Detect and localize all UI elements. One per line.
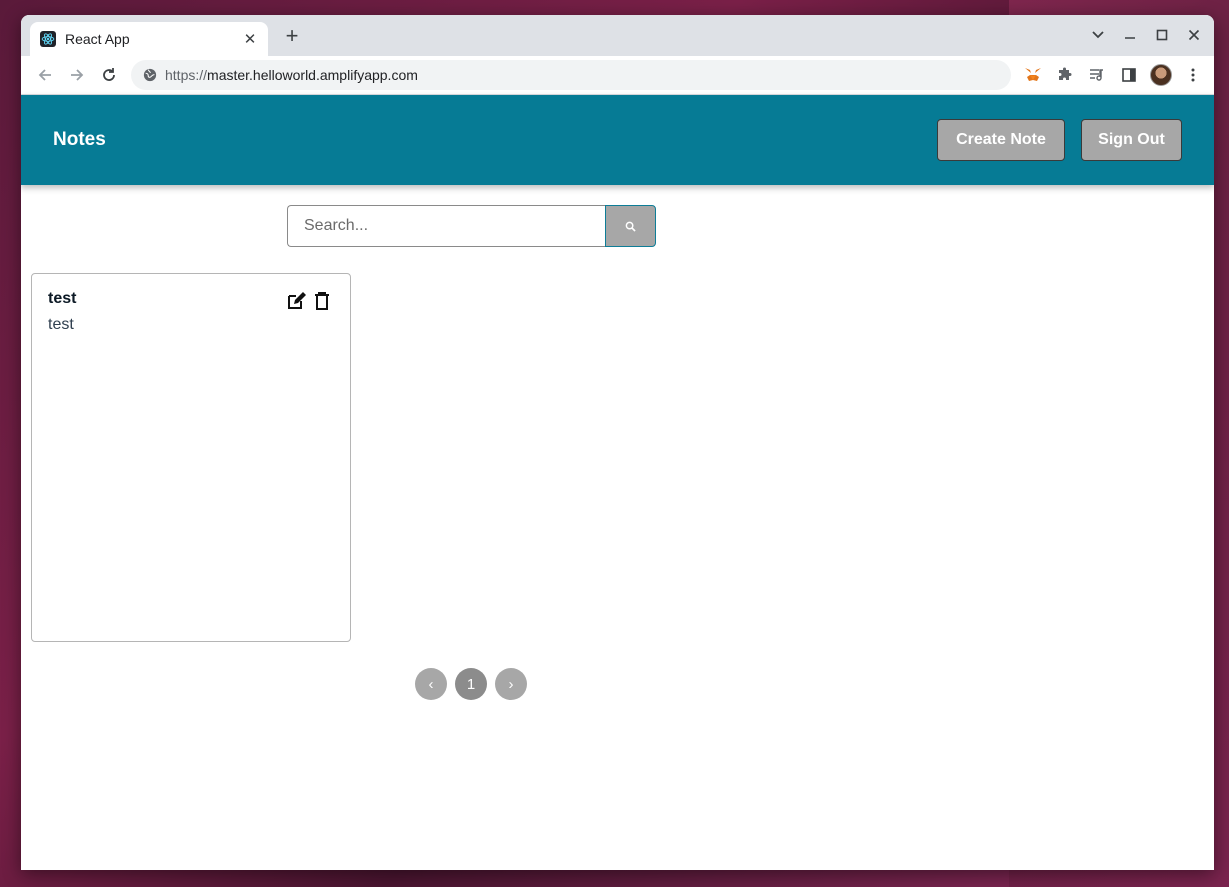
- window-controls: [1086, 25, 1206, 45]
- tab-react-app[interactable]: React App ✕: [30, 22, 268, 56]
- prev-page-button[interactable]: ‹: [415, 668, 447, 700]
- close-icon[interactable]: ✕: [242, 30, 258, 48]
- edit-icon[interactable]: [286, 290, 306, 312]
- url-scheme: https://: [165, 67, 208, 83]
- url-host: master.helloworld.amplifyapp.com: [207, 67, 418, 83]
- window-close-icon[interactable]: [1182, 25, 1206, 45]
- page-1-button[interactable]: 1: [455, 668, 487, 700]
- avatar: [1150, 64, 1172, 86]
- note-body: test: [48, 316, 74, 333]
- pagination: ‹ 1 ›: [415, 668, 527, 700]
- create-note-button[interactable]: Create Note: [937, 119, 1065, 161]
- app-header: Notes Create Note Sign Out: [21, 95, 1214, 185]
- forward-icon[interactable]: [61, 61, 93, 89]
- sign-out-button[interactable]: Sign Out: [1081, 119, 1182, 161]
- new-tab-button[interactable]: +: [281, 25, 303, 48]
- app-viewport: Notes Create Note Sign Out Search... tes…: [21, 95, 1214, 870]
- browser-toolbar: https:// master.helloworld.amplifyapp.co…: [21, 56, 1214, 95]
- metamask-extension-icon[interactable]: [1021, 63, 1045, 87]
- next-page-button[interactable]: ›: [495, 668, 527, 700]
- header-actions: Create Note Sign Out: [937, 119, 1182, 161]
- search-input[interactable]: Search...: [287, 205, 605, 247]
- tab-search-chevron-icon[interactable]: [1086, 25, 1110, 45]
- react-logo-icon: [40, 31, 56, 47]
- media-control-icon[interactable]: [1085, 63, 1109, 87]
- note-card: test test: [31, 273, 351, 642]
- browser-window: React App ✕ + https:// master.helloworld…: [21, 15, 1214, 870]
- extensions-area: [1021, 63, 1205, 87]
- trash-icon[interactable]: [312, 290, 332, 312]
- tab-strip: React App ✕ +: [21, 15, 1214, 56]
- search-button[interactable]: [605, 205, 656, 247]
- address-bar[interactable]: https:// master.helloworld.amplifyapp.co…: [131, 60, 1011, 90]
- minimize-icon[interactable]: [1118, 25, 1142, 45]
- menu-kebab-icon[interactable]: [1181, 63, 1205, 87]
- profile-avatar[interactable]: [1149, 63, 1173, 87]
- maximize-icon[interactable]: [1150, 25, 1174, 45]
- page-title: Notes: [53, 129, 106, 150]
- side-panel-icon[interactable]: [1117, 63, 1141, 87]
- note-actions: [286, 290, 332, 312]
- back-icon[interactable]: [29, 61, 61, 89]
- search-icon: [625, 221, 636, 232]
- reload-icon[interactable]: [93, 61, 125, 89]
- tab-title: React App: [65, 31, 130, 47]
- extensions-puzzle-icon[interactable]: [1053, 63, 1077, 87]
- site-info-icon[interactable]: [143, 68, 157, 82]
- search-row: Search...: [287, 205, 656, 247]
